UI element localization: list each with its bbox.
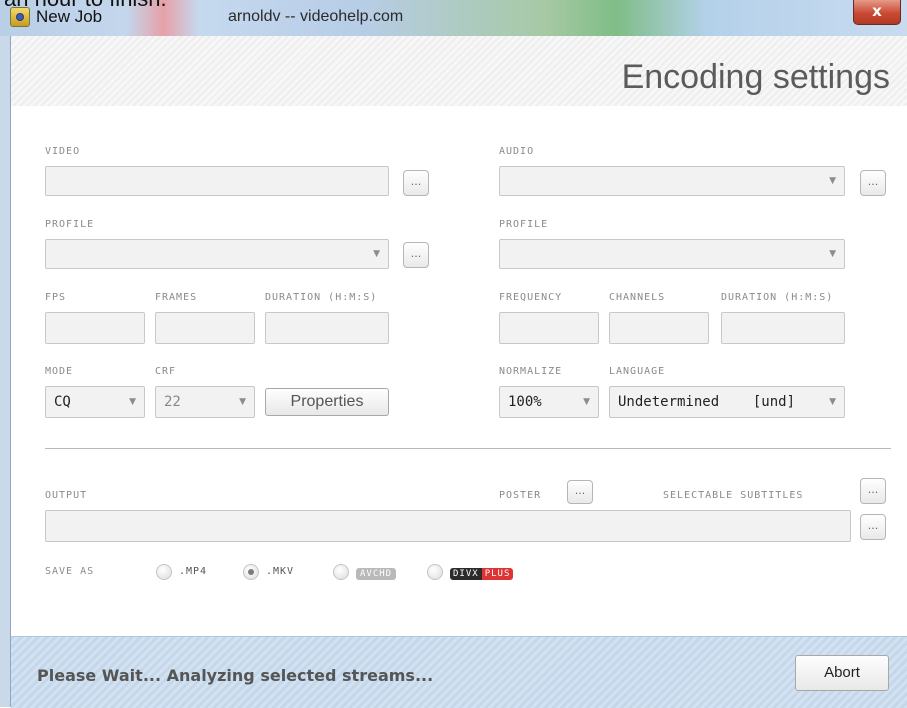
close-button[interactable]: x [853, 0, 901, 25]
avchd-radio[interactable] [333, 564, 349, 580]
language-select[interactable]: Undetermined [und] ▼ [609, 386, 845, 418]
subtitles-label: SELECTABLE SUBTITLES [663, 490, 804, 501]
crf-label: CRF [155, 366, 177, 377]
mode-label: MODE [45, 366, 74, 377]
normalize-label: NORMALIZE [499, 366, 563, 377]
audio-duration-label: DURATION (H:M:S) [721, 292, 834, 303]
chevron-down-icon: ▼ [829, 249, 836, 259]
normalize-value: 100% [508, 394, 542, 410]
divx-radio[interactable] [427, 564, 443, 580]
video-profile-select[interactable]: ▼ [45, 239, 389, 269]
chevron-down-icon: ▼ [373, 249, 380, 259]
language-label: LANGUAGE [609, 366, 666, 377]
background-text: an hour to finish. [4, 0, 167, 12]
channels-field[interactable] [609, 312, 709, 344]
radio-selected-dot [248, 569, 254, 575]
mkv-option-label: .MKV [266, 566, 295, 577]
crf-value: 22 [164, 394, 181, 410]
poster-browse-button[interactable]: ... [567, 480, 593, 504]
mp4-radio[interactable] [156, 564, 172, 580]
avchd-badge-label: AVCHD [356, 568, 397, 580]
abort-button[interactable]: Abort [795, 655, 889, 691]
divx-badge-label: DIVX [450, 568, 482, 580]
output-label: OUTPUT [45, 490, 88, 501]
video-browse-button[interactable]: ... [403, 170, 429, 196]
audio-profile-select[interactable]: ▼ [499, 239, 845, 269]
frequency-label: FREQUENCY [499, 292, 563, 303]
frames-label: FRAMES [155, 292, 198, 303]
fps-field[interactable] [45, 312, 145, 344]
mp4-option-label: .MP4 [179, 566, 208, 577]
mkv-radio[interactable] [243, 564, 259, 580]
window-subtitle: arnoldv -- videohelp.com [228, 8, 404, 25]
header-band: Encoding settings [11, 36, 907, 106]
poster-label: POSTER [499, 490, 542, 501]
properties-button[interactable]: Properties [265, 388, 389, 416]
video-duration-label: DURATION (H:M:S) [265, 292, 378, 303]
subtitles-browse-button[interactable]: ... [860, 478, 886, 504]
audio-duration-field[interactable] [721, 312, 845, 344]
audio-label: AUDIO [499, 146, 535, 157]
video-label: VIDEO [45, 146, 81, 157]
separator [45, 448, 891, 449]
output-path-input[interactable] [45, 510, 851, 542]
chevron-down-icon: ▼ [583, 397, 590, 407]
fps-label: FPS [45, 292, 67, 303]
status-text: Please Wait... Analyzing selected stream… [37, 666, 434, 685]
divx-plus-badge: DIVX PLUS [450, 563, 514, 581]
frames-field[interactable] [155, 312, 255, 344]
channels-label: CHANNELS [609, 292, 666, 303]
audio-select[interactable]: ▼ [499, 166, 845, 196]
video-duration-field[interactable] [265, 312, 389, 344]
normalize-select[interactable]: 100% ▼ [499, 386, 599, 418]
crf-select[interactable]: 22 ▼ [155, 386, 255, 418]
app-icon-dot [16, 13, 24, 21]
status-footer: Please Wait... Analyzing selected stream… [11, 636, 907, 708]
audio-browse-button[interactable]: ... [860, 170, 886, 196]
mode-select[interactable]: CQ ▼ [45, 386, 145, 418]
language-value: Undetermined [und] [618, 394, 796, 410]
chevron-down-icon: ▼ [829, 397, 836, 407]
chevron-down-icon: ▼ [829, 176, 836, 186]
chevron-down-icon: ▼ [239, 397, 246, 407]
chevron-down-icon: ▼ [129, 397, 136, 407]
frequency-field[interactable] [499, 312, 599, 344]
page-title: Encoding settings [621, 58, 890, 96]
plus-badge-label: PLUS [481, 568, 514, 580]
audio-profile-label: PROFILE [499, 219, 549, 230]
mode-value: CQ [54, 394, 71, 410]
save-as-label: SAVE AS [45, 566, 95, 577]
video-profile-label: PROFILE [45, 219, 95, 230]
dialog-client: Encoding settings VIDEO ... PROFILE ▼ ..… [10, 36, 907, 708]
video-input[interactable] [45, 166, 389, 196]
avchd-badge: AVCHD [356, 563, 397, 581]
output-browse-button[interactable]: ... [860, 514, 886, 540]
video-profile-browse-button[interactable]: ... [403, 242, 429, 268]
